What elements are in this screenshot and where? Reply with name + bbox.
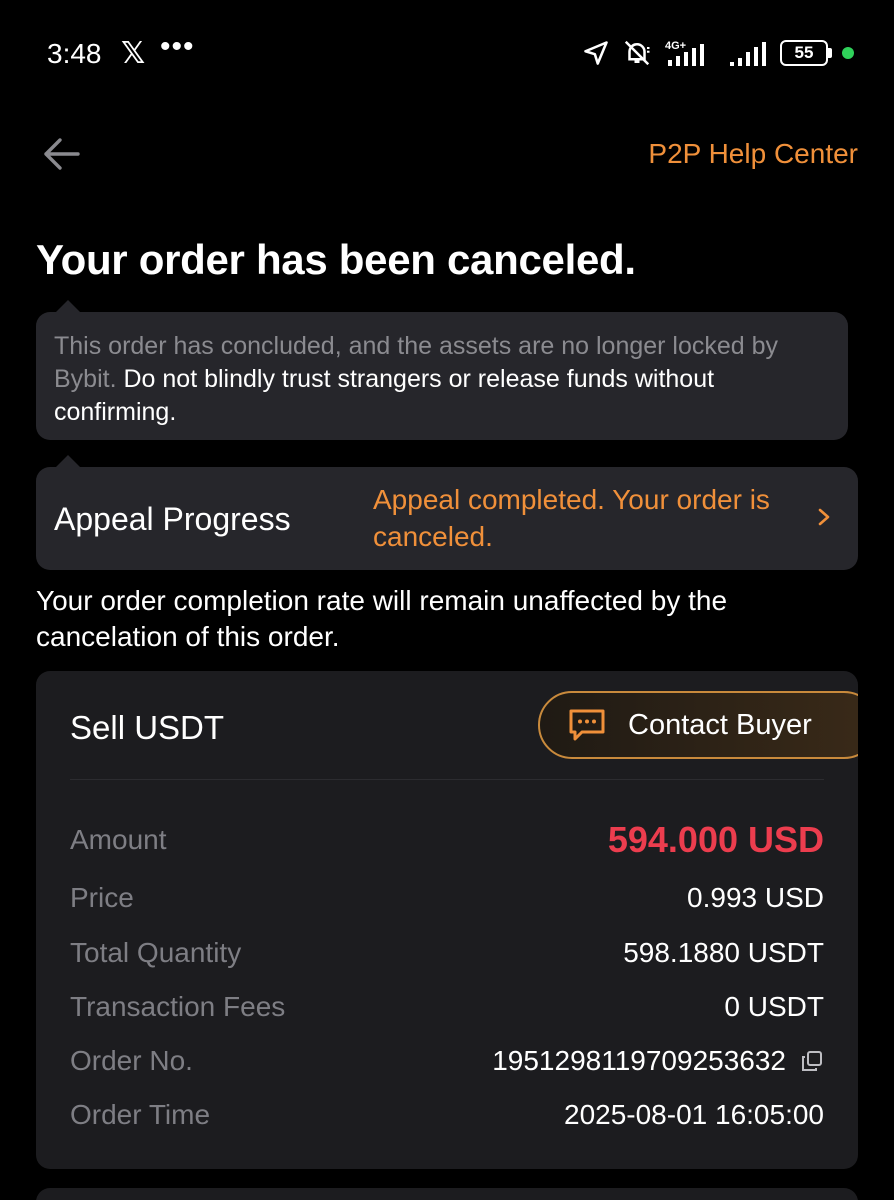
silent-mode-icon [624, 40, 650, 66]
back-arrow-icon[interactable] [40, 132, 84, 176]
completion-rate-note: Your order completion rate will remain u… [36, 585, 728, 652]
battery-icon: 55 [780, 40, 854, 66]
chat-icon [569, 709, 605, 741]
card-divider [70, 779, 824, 780]
p2p-help-center-link[interactable]: P2P Help Center [648, 138, 858, 170]
amount-label: Amount [70, 824, 167, 855]
status-bar: 3:48 𝕏 ••• 4G+ 55 [0, 0, 894, 110]
total-quantity-row: Total Quantity 598.1880 USDT [70, 937, 824, 969]
price-row: Price 0.993 USD [70, 882, 824, 914]
notice-caret [56, 300, 80, 312]
price-value: 0.993 USD [687, 882, 824, 913]
notice-warning-text: Do not blindly trust strangers or releas… [54, 365, 715, 426]
amount-row: Amount 594.000 USD [70, 819, 824, 861]
notice-box: This order has concluded, and the assets… [36, 312, 848, 440]
x-app-icon: 𝕏 [121, 37, 146, 70]
order-type-title: Sell USDT [70, 709, 225, 746]
signal-icon [730, 42, 766, 66]
order-time-row: Order Time 2025-08-01 16:05:00 [70, 1099, 824, 1131]
order-no-value-wrap: 1951298119709253632 [492, 1045, 824, 1077]
appeal-progress-row[interactable]: Appeal Progress Appeal completed. Your o… [36, 467, 858, 570]
page-title: Your order has been canceled. [36, 236, 636, 283]
price-label: Price [70, 882, 134, 913]
next-card-edge [36, 1188, 858, 1200]
copy-icon[interactable] [800, 1049, 824, 1073]
order-no-label: Order No. [70, 1045, 193, 1076]
order-details-card: Sell USDT Contact Buyer Amount 594.000 U… [36, 671, 858, 1169]
appeal-caret [56, 455, 80, 467]
appeal-progress-label: Appeal Progress [54, 501, 291, 537]
signal-4g-icon: 4G+ [665, 40, 704, 66]
order-time-value: 2025-08-01 16:05:00 [564, 1099, 824, 1130]
battery-level: 55 [780, 40, 828, 66]
total-quantity-label: Total Quantity [70, 937, 242, 968]
privacy-dot-icon [842, 47, 854, 59]
status-time: 3:48 [47, 38, 102, 69]
order-no-row: Order No. 1951298119709253632 [70, 1045, 824, 1077]
contact-buyer-label: Contact Buyer [628, 708, 812, 741]
chevron-right-icon [818, 508, 830, 526]
amount-value: 594.000 USD [607, 819, 824, 860]
network-type-label: 4G+ [665, 40, 686, 52]
order-no-value: 1951298119709253632 [492, 1045, 786, 1076]
order-time-label: Order Time [70, 1099, 211, 1130]
transaction-fees-row: Transaction Fees 0 USDT [70, 991, 824, 1023]
more-notifications-icon: ••• [160, 30, 195, 63]
status-icons: 4G+ 55 [582, 38, 854, 68]
contact-buyer-button[interactable]: Contact Buyer [538, 691, 858, 759]
transaction-fees-value: 0 USDT [724, 991, 824, 1022]
transaction-fees-label: Transaction Fees [70, 991, 286, 1022]
total-quantity-value: 598.1880 USDT [623, 937, 824, 968]
location-icon [584, 41, 608, 65]
appeal-status-text: Appeal completed. Your order is canceled… [373, 484, 770, 552]
